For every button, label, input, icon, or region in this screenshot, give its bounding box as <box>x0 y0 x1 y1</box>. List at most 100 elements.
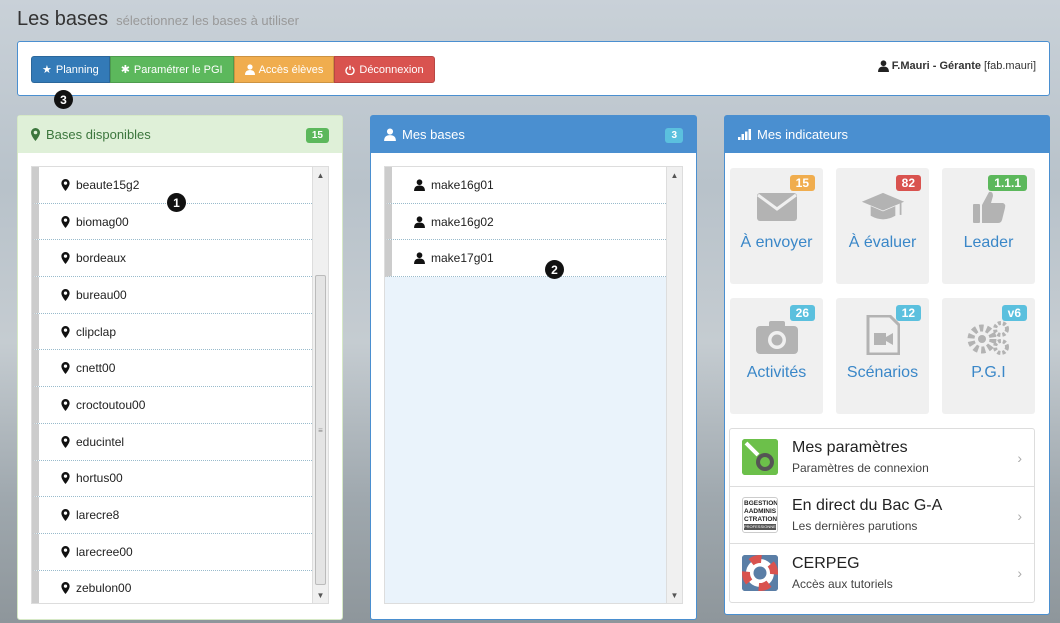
available-base-item[interactable]: clipclap <box>32 313 328 351</box>
tile-label: À envoyer <box>740 234 813 251</box>
callout-marker-1: 1 <box>167 193 186 212</box>
map-marker-icon <box>61 215 70 228</box>
base-name: zebulon00 <box>76 581 132 596</box>
bac-logo-line-3: CTRATION <box>744 515 778 523</box>
indicators-header: Mes indicateurs <box>725 116 1049 153</box>
planning-button[interactable]: ★ Planning <box>31 56 110 83</box>
parametrer-pgi-button[interactable]: ✱ Paramétrer le PGI <box>109 56 234 83</box>
map-marker-icon <box>61 362 70 375</box>
available-base-item[interactable]: bordeaux <box>32 240 328 278</box>
available-bases-title: Bases disponibles <box>46 127 151 142</box>
acces-button-label: Accès élèves <box>258 63 324 76</box>
user-icon <box>877 60 889 72</box>
my-base-item[interactable]: make16g01 <box>385 167 666 204</box>
gear-icon: ✱ <box>120 64 130 76</box>
power-icon <box>345 65 356 75</box>
base-name: hortus00 <box>76 471 123 486</box>
resource-links: Mes paramètres Paramètres de connexion ›… <box>729 428 1035 603</box>
available-bases-list[interactable]: beaute15g2 biomag00 bordeaux bureau00 clipcl… <box>31 166 329 604</box>
user-icon <box>244 64 255 75</box>
my-bases-title: Mes bases <box>402 127 465 142</box>
available-list-scrollbar[interactable]: ▲ ≡ ▼ <box>312 167 328 603</box>
acces-eleves-button[interactable]: Accès élèves <box>233 56 335 83</box>
tile-leader[interactable]: 1.1.1 Leader <box>942 168 1035 284</box>
link-cerpeg[interactable]: CERPEG Accès aux tutoriels › <box>730 544 1034 602</box>
parametrer-button-label: Paramétrer le PGI <box>133 63 223 76</box>
top-toolbar: ★ Planning ✱ Paramétrer le PGI Accès élè… <box>17 41 1050 96</box>
map-marker-icon <box>61 178 70 191</box>
scroll-up-arrow[interactable]: ▲ <box>313 167 328 183</box>
chevron-right-icon: › <box>1017 565 1022 581</box>
callout-marker-2: 2 <box>545 260 564 279</box>
link-title: En direct du Bac G-A <box>792 496 943 514</box>
user-icon <box>414 215 425 228</box>
base-name: larecre8 <box>76 508 120 523</box>
link-text: CERPEG Accès aux tutoriels <box>792 555 893 591</box>
base-name: make16g01 <box>431 177 494 192</box>
link-bac-ga[interactable]: BGESTION AADMINIS CTRATION PROFESSIONNEL… <box>730 487 1034 544</box>
user-name: F.Mauri - Gérante <box>891 60 982 72</box>
tile-a-envoyer[interactable]: 15 À envoyer <box>730 168 823 284</box>
link-text: Mes paramètres Paramètres de connexion <box>792 439 929 475</box>
lifebuoy-icon <box>742 554 778 591</box>
base-name: biomag00 <box>76 214 129 229</box>
map-marker-icon <box>61 472 70 485</box>
bac-logo-line-1: BGESTION <box>744 499 778 507</box>
deconnexion-button-label: Déconnexion <box>359 63 424 76</box>
available-base-item[interactable]: hortus00 <box>32 460 328 498</box>
bac-ga-logo: BGESTION AADMINIS CTRATION PROFESSIONNEL <box>742 496 778 533</box>
callout-marker-3: 3 <box>54 90 73 109</box>
tile-label: Scénarios <box>846 364 919 381</box>
map-marker-icon <box>61 398 70 411</box>
available-base-item[interactable]: croctoutou00 <box>32 387 328 424</box>
tile-label: Activités <box>746 364 807 381</box>
scroll-thumb[interactable]: ≡ <box>315 275 326 585</box>
my-base-item[interactable]: make16g02 <box>385 203 666 241</box>
page-title: Les bases <box>17 8 109 30</box>
my-list-scrollbar[interactable]: ▲ ▼ <box>666 167 682 603</box>
envelope-icon <box>755 188 799 226</box>
available-bases-header: Bases disponibles 15 <box>18 116 342 153</box>
indicator-tiles: 15 À envoyer 82 À évaluer 1.1.1 Leader 2… <box>730 168 1035 414</box>
tile-scenarios[interactable]: 12 Scénarios <box>836 298 929 414</box>
tile-activites[interactable]: 26 Activités <box>730 298 823 414</box>
map-marker-icon <box>31 128 40 141</box>
tile-a-evaluer[interactable]: 82 À évaluer <box>836 168 929 284</box>
base-name: make17g01 <box>431 251 494 266</box>
action-button-group: ★ Planning ✱ Paramétrer le PGI Accès élè… <box>31 56 435 83</box>
scroll-up-arrow[interactable]: ▲ <box>667 167 682 183</box>
indicators-title: Mes indicateurs <box>757 127 849 142</box>
available-base-item[interactable]: educintel <box>32 423 328 461</box>
link-title: Mes paramètres <box>792 439 908 457</box>
available-base-item[interactable]: larecree00 <box>32 533 328 571</box>
link-title: CERPEG <box>792 554 860 572</box>
scroll-down-arrow[interactable]: ▼ <box>313 587 328 603</box>
available-bases-panel: Bases disponibles 15 beaute15g2 biomag00 b… <box>17 115 343 620</box>
base-name: clipclap <box>76 324 117 339</box>
base-name: make16g02 <box>431 214 494 229</box>
available-items-container: beaute15g2 biomag00 bordeaux bureau00 clipcl… <box>32 167 328 603</box>
camera-icon <box>755 318 799 356</box>
map-marker-icon <box>61 252 70 265</box>
star-icon: ★ <box>42 64 52 76</box>
my-bases-list[interactable]: make16g01 make16g02 make17g01 ▲ ▼ <box>384 166 683 604</box>
deconnexion-button[interactable]: Déconnexion <box>334 56 435 83</box>
my-bases-header: Mes bases 3 <box>371 116 696 153</box>
link-subtitle: Paramètres de connexion <box>792 461 929 476</box>
link-mes-parametres[interactable]: Mes paramètres Paramètres de connexion › <box>730 429 1034 487</box>
gears-icon <box>967 318 1011 356</box>
available-base-item[interactable]: larecre8 <box>32 497 328 534</box>
available-base-item[interactable]: cnett00 <box>32 350 328 388</box>
link-subtitle: Les dernières parutions <box>792 518 918 533</box>
available-base-item[interactable]: bureau00 <box>32 277 328 314</box>
planning-button-label: Planning <box>55 63 99 76</box>
tile-pgi[interactable]: v6 P.G.I <box>942 298 1035 414</box>
my-bases-count-badge: 3 <box>665 128 683 143</box>
scroll-down-arrow[interactable]: ▼ <box>667 587 682 603</box>
base-name: larecree00 <box>76 544 133 559</box>
my-items-container: make16g01 make16g02 make17g01 <box>385 167 682 278</box>
my-base-item[interactable]: make17g01 <box>385 240 666 278</box>
base-name: bordeaux <box>76 251 127 266</box>
link-text: En direct du Bac G-A Les dernières parut… <box>792 497 942 533</box>
available-base-item[interactable]: zebulon00 <box>32 570 328 603</box>
